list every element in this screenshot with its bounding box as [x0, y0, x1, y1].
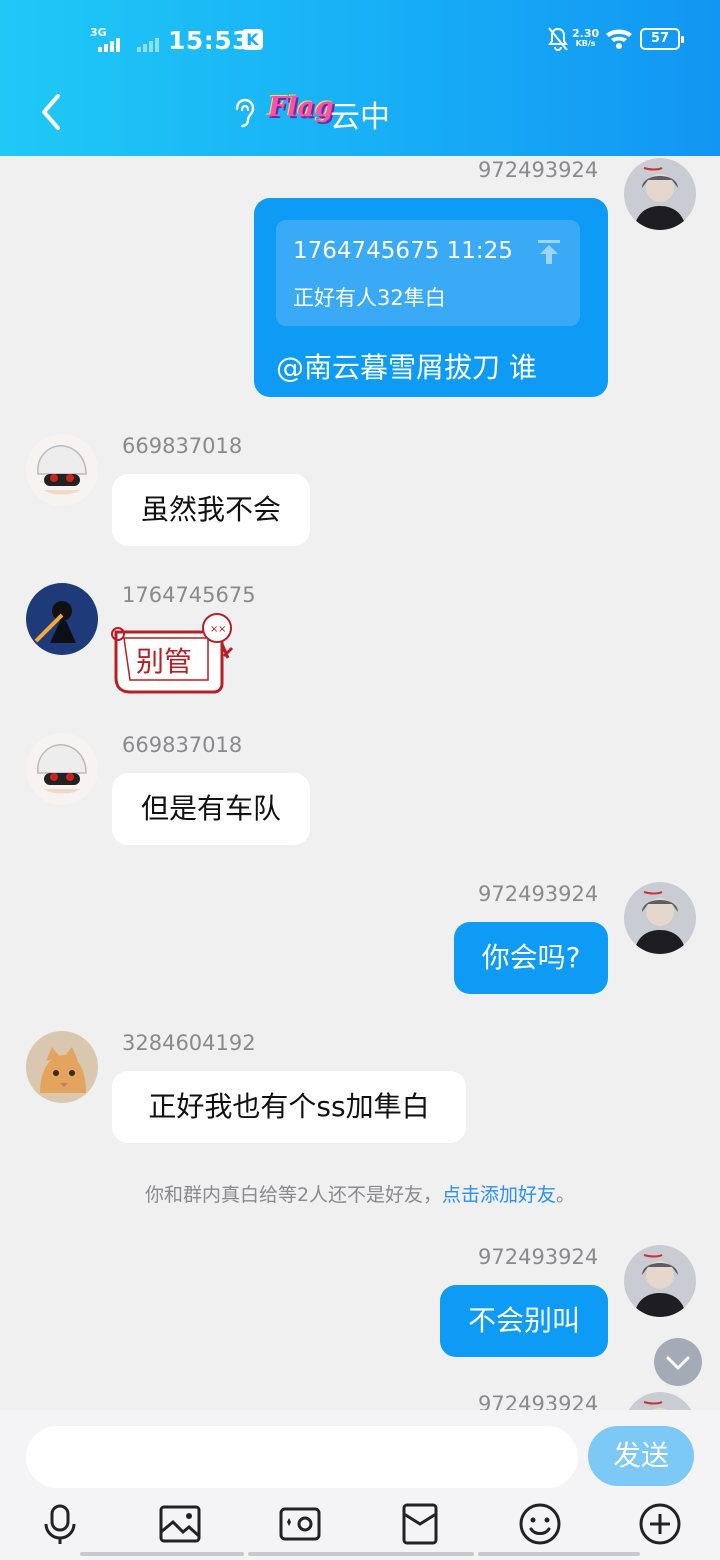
- avatar[interactable]: [26, 733, 98, 805]
- chat-title[interactable]: 云中: [330, 92, 390, 136]
- sender-id: 972493924: [478, 882, 599, 906]
- avatar[interactable]: [26, 434, 98, 506]
- message-text: 不会别叫: [467, 1304, 580, 1337]
- sender-id: 972493924: [478, 158, 599, 182]
- send-button[interactable]: 发送: [588, 1426, 694, 1486]
- avatar-white-hair-icon: [26, 434, 98, 506]
- chevron-down-icon: [666, 1356, 690, 1370]
- ear-icon[interactable]: [230, 96, 258, 130]
- message-bubble-outgoing[interactable]: 不会别叫: [440, 1285, 608, 1357]
- clock: 15:53: [168, 26, 251, 55]
- quoted-message[interactable]: 1764745675 11:25 正好有人32隼白: [276, 220, 580, 326]
- notice-text: 你和群内真白给等2人还不是好友，: [144, 1184, 443, 1206]
- wifi-icon: [606, 29, 632, 49]
- camera-icon[interactable]: [278, 1502, 322, 1546]
- battery-indicator: 57: [640, 28, 684, 50]
- red-packet-icon[interactable]: [398, 1502, 442, 1546]
- status-bar: 3G 15:53 K 2.30 KB/s 57: [0, 20, 720, 60]
- message-text: @南云暮雪屑拔刀 谁: [276, 351, 537, 384]
- avatar[interactable]: [624, 882, 696, 954]
- avatar[interactable]: [624, 1245, 696, 1317]
- signal-2-icon: [137, 38, 159, 52]
- sender-id: 972493924: [478, 1245, 599, 1269]
- flag-badge: Flag: [268, 92, 334, 123]
- microphone-icon[interactable]: [38, 1502, 82, 1546]
- mute-bell-icon: [548, 27, 568, 51]
- image-icon[interactable]: [158, 1502, 202, 1546]
- quote-text: 正好有人32隼白: [293, 286, 446, 310]
- signal-icon: [98, 38, 120, 52]
- net-speed-unit: KB/s: [575, 39, 596, 48]
- avatar[interactable]: [26, 1031, 98, 1103]
- message-text: 但是有车队: [140, 792, 281, 825]
- message-bubble-outgoing[interactable]: 1764745675 11:25 正好有人32隼白 @南云暮雪屑拔刀 谁: [254, 198, 608, 397]
- message-bubble-incoming[interactable]: 但是有车队: [112, 773, 310, 845]
- gesture-bar-segment: [248, 1552, 474, 1556]
- avatar[interactable]: [624, 158, 696, 230]
- notice-suffix: 。: [556, 1184, 576, 1206]
- chat-nav: Flag 云中: [0, 82, 720, 142]
- sender-id: 669837018: [122, 434, 243, 458]
- quote-meta: 1764745675 11:25: [293, 238, 513, 264]
- gesture-bar-segment: [80, 1552, 244, 1556]
- message-bubble-incoming[interactable]: 虽然我不会: [112, 474, 310, 546]
- avatar-dark-hair-icon: [624, 1245, 696, 1317]
- composer-bar: 发送: [0, 1410, 720, 1560]
- avatar-cat-icon: [26, 1031, 98, 1103]
- gesture-bar-segment: [478, 1552, 640, 1556]
- message-text: 你会吗?: [481, 941, 581, 974]
- k-app-icon: K: [242, 29, 263, 50]
- scroll-to-bottom-button[interactable]: [654, 1338, 702, 1386]
- emoji-icon[interactable]: [518, 1502, 562, 1546]
- add-friend-link[interactable]: 点击添加好友: [442, 1184, 556, 1206]
- avatar-white-hair-icon: [26, 733, 98, 805]
- header-bar: 3G 15:53 K 2.30 KB/s 57 Flag 云中: [0, 0, 720, 156]
- message-bubble-outgoing[interactable]: 你会吗?: [454, 922, 608, 994]
- avatar-dark-hair-icon: [624, 158, 696, 230]
- message-input[interactable]: [26, 1426, 578, 1488]
- avatar-dark-hair-icon: [624, 882, 696, 954]
- sender-id: 1764745675: [122, 583, 256, 607]
- sender-id: 669837018: [122, 733, 243, 757]
- svg-text:×: ×: [218, 624, 226, 635]
- back-arrow-icon[interactable]: [34, 90, 68, 134]
- plus-icon[interactable]: [638, 1502, 682, 1546]
- friend-notice: 你和群内真白给等2人还不是好友，点击添加好友。: [0, 1180, 720, 1207]
- net-speed: 2.30 KB/s: [572, 28, 599, 49]
- message-text: 虽然我不会: [140, 493, 281, 526]
- avatar[interactable]: [26, 583, 98, 655]
- avatar-swordsman-icon: [26, 583, 98, 655]
- sticker[interactable]: × × 别管: [104, 608, 244, 700]
- message-text: 正好我也有个ss加隼白: [148, 1090, 430, 1123]
- message-bubble-incoming[interactable]: 正好我也有个ss加隼白: [112, 1071, 466, 1143]
- sender-id: 3284604192: [122, 1031, 256, 1055]
- sticker-text: 别管: [136, 645, 193, 678]
- jump-to-quote-icon[interactable]: [536, 238, 562, 266]
